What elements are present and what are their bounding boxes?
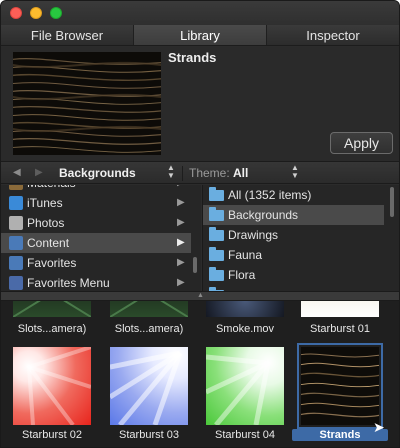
- folder-item-label: All (1352 items): [228, 188, 312, 202]
- item-thumbnail: [206, 301, 284, 317]
- folder-icon: [209, 207, 224, 221]
- tab-file-browser[interactable]: File Browser: [1, 25, 134, 45]
- location-popup[interactable]: Backgrounds: [59, 166, 136, 180]
- content-grid: Slots...amera) Slots...amera) Smoke.mov …: [1, 301, 399, 447]
- source-item-favorites[interactable]: Favorites ▶: [1, 253, 191, 273]
- folder-item-flora[interactable]: Flora: [203, 265, 384, 285]
- item-label: Slots...amera): [17, 323, 87, 335]
- folder-icon: [209, 247, 224, 261]
- mouse-pointer-icon: ➤: [373, 419, 385, 435]
- source-item-photos[interactable]: Photos ▶: [1, 213, 191, 233]
- theme-popup-chevron-icon: ▲ ▼: [291, 163, 299, 180]
- tab-library[interactable]: Library: [134, 25, 267, 45]
- source-item-label: Favorites Menu: [27, 276, 110, 290]
- materials-icon: [9, 185, 23, 190]
- chevron-right-icon: ▶: [177, 257, 185, 268]
- source-item-label: iTunes: [27, 196, 63, 210]
- chevron-right-icon: ▶: [177, 277, 185, 288]
- music-icon: [9, 196, 23, 210]
- item-label: Slots...amera): [114, 323, 184, 335]
- nav-separator: [182, 166, 183, 181]
- item-label: Starburst 04: [215, 429, 275, 441]
- folder-item-label: Backgrounds: [228, 208, 299, 222]
- preview-thumbnail: [13, 52, 161, 155]
- grid-item[interactable]: Slots...amera): [12, 301, 109, 349]
- source-item-label: Materials: [27, 185, 76, 193]
- item-thumbnail: [301, 301, 379, 317]
- favorites-icon: [9, 256, 23, 270]
- theme-popup[interactable]: All: [233, 166, 248, 180]
- tab-inspector[interactable]: Inspector: [267, 25, 399, 45]
- folder-icon: [209, 227, 224, 241]
- folder-item-fauna[interactable]: Fauna: [203, 245, 384, 265]
- folder-icon: [209, 267, 224, 281]
- source-item-materials[interactable]: Materials ▶: [1, 185, 191, 193]
- grid-item[interactable]: Starburst 01: [301, 301, 397, 349]
- apply-button[interactable]: Apply: [330, 132, 393, 154]
- source-item-itunes[interactable]: iTunes ▶: [1, 193, 191, 213]
- chevron-right-icon: ▶: [177, 237, 185, 248]
- minimize-window-button[interactable]: [30, 7, 42, 19]
- source-item-label: Photos: [27, 216, 65, 230]
- source-list-scrollbar[interactable]: [193, 257, 197, 273]
- photos-icon: [9, 216, 23, 230]
- grid-item[interactable]: Slots...amera): [109, 301, 206, 349]
- folder-list-scrollbar[interactable]: [390, 187, 394, 217]
- divider-handle-icon: ▲: [197, 292, 204, 299]
- library-window: File Browser Library Inspector Strands A…: [0, 0, 400, 448]
- location-popup-chevron-icon: ▲ ▼: [167, 163, 175, 180]
- preview-title: Strands: [168, 50, 217, 65]
- preview-area: Strands Apply: [1, 47, 399, 161]
- item-label: Starburst 01: [310, 323, 370, 335]
- folder-item-label: Flora: [228, 268, 256, 282]
- item-thumbnail: [109, 301, 189, 318]
- folder-item-drawings[interactable]: Drawings: [203, 225, 384, 245]
- folder-item-backgrounds[interactable]: Backgrounds: [203, 205, 384, 225]
- title-bar: [1, 1, 399, 25]
- item-thumbnail: [108, 347, 188, 427]
- item-label: Starburst 03: [119, 429, 179, 441]
- folder-list: All (1352 items) Backgrounds Drawings Fa…: [202, 185, 399, 291]
- grid-item[interactable]: Starburst 04: [204, 347, 302, 447]
- folder-item-label: Fauna: [228, 248, 263, 262]
- forward-arrow-icon[interactable]: ▶: [35, 167, 43, 178]
- zoom-window-button[interactable]: [50, 7, 62, 19]
- chevron-right-icon: ▶: [177, 197, 185, 208]
- source-item-label: Content: [27, 236, 70, 250]
- source-list: Materials ▶ iTunes ▶ Photos ▶ Content ▶ …: [1, 185, 201, 291]
- folder-icon: [209, 187, 224, 201]
- item-label: Smoke.mov: [215, 323, 275, 335]
- chevron-right-icon: ▶: [177, 185, 185, 193]
- item-label: Starburst 02: [22, 429, 82, 441]
- split-view-divider[interactable]: ▲: [1, 291, 399, 301]
- chevron-right-icon: ▶: [177, 217, 185, 228]
- library-nav-bar: ◀ ▶ Backgrounds ▲ ▼ Theme: All ▲ ▼: [1, 161, 399, 184]
- close-window-button[interactable]: [10, 7, 22, 19]
- back-arrow-icon[interactable]: ◀: [13, 167, 21, 178]
- folder-icon: [9, 236, 23, 250]
- grid-item[interactable]: Starburst 02: [13, 345, 109, 447]
- item-thumbnail: [13, 345, 92, 427]
- folder-item-all[interactable]: All (1352 items): [203, 185, 384, 205]
- grid-item[interactable]: Starburst 03: [108, 347, 206, 447]
- item-thumbnail: [204, 347, 284, 427]
- source-item-favorites-menu[interactable]: Favorites Menu ▶: [1, 273, 191, 291]
- favorites-menu-icon: [9, 276, 23, 290]
- folder-item-label: Drawings: [228, 228, 279, 242]
- source-item-label: Favorites: [27, 256, 77, 270]
- grid-item[interactable]: Smoke.mov: [206, 301, 302, 349]
- tab-bar: File Browser Library Inspector: [1, 25, 399, 46]
- theme-label: Theme:: [189, 166, 230, 180]
- item-thumbnail: [12, 301, 92, 318]
- item-thumbnail: [297, 343, 383, 429]
- source-item-content[interactable]: Content ▶: [1, 233, 191, 253]
